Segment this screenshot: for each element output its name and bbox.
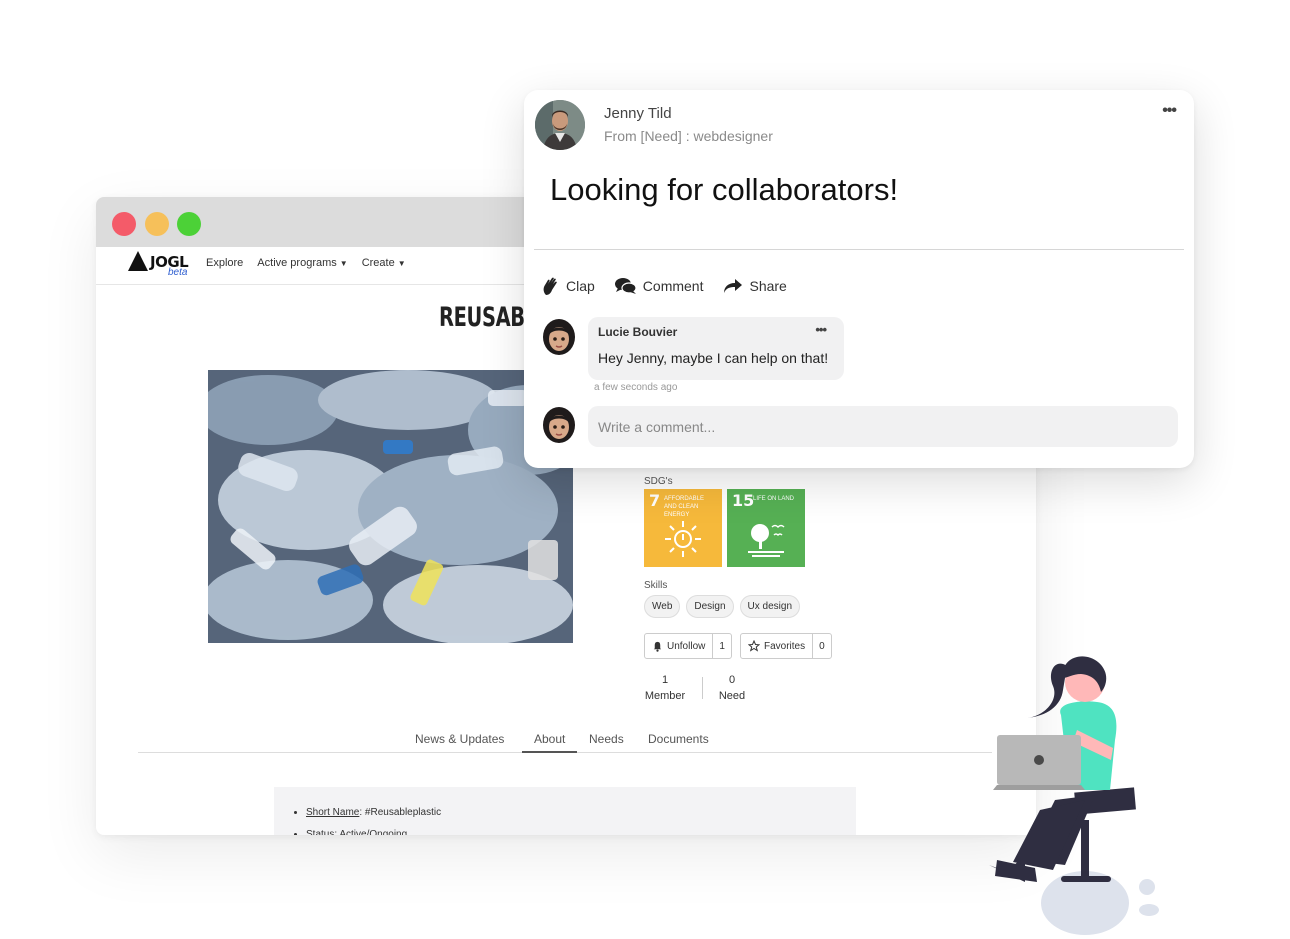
tree-birds-icon bbox=[727, 519, 805, 559]
logo-beta: beta bbox=[168, 267, 188, 278]
share-button[interactable]: Share bbox=[723, 278, 787, 294]
memoji-avatar bbox=[543, 319, 575, 355]
plastic-bottles-image bbox=[208, 370, 573, 643]
sdg-text: AFFORDABLE AND CLEAN ENERGY bbox=[664, 496, 705, 518]
skill-chip[interactable]: Design bbox=[686, 595, 734, 618]
about-status: Status: Active/Ongoing bbox=[306, 824, 856, 835]
author-avatar[interactable] bbox=[535, 100, 585, 150]
sdg-number: 7 bbox=[649, 491, 661, 510]
skills-label: Skills bbox=[644, 580, 668, 591]
clap-icon bbox=[543, 277, 557, 295]
short-name-value: : #Reusableplastic bbox=[359, 807, 442, 818]
caret-down-icon: ▼ bbox=[397, 259, 406, 268]
needs-stat[interactable]: 0 Need bbox=[710, 672, 754, 704]
bell-icon bbox=[653, 641, 662, 652]
maximize-window-button[interactable] bbox=[177, 212, 201, 236]
comment-options-icon[interactable]: ••• bbox=[815, 322, 827, 337]
comment-author[interactable]: Lucie Bouvier bbox=[598, 325, 677, 339]
comment-input[interactable] bbox=[588, 406, 1178, 447]
tab-about[interactable]: About bbox=[522, 732, 578, 753]
unfollow-main: Unfollow bbox=[645, 634, 714, 658]
about-short-name: Short Name: #Reusableplastic bbox=[306, 802, 856, 824]
clap-label: Clap bbox=[566, 278, 595, 294]
post-card: Jenny Tild From [Need] : webdesigner •••… bbox=[524, 90, 1194, 468]
project-title: REUSABL bbox=[439, 302, 537, 333]
tab-documents[interactable]: Documents bbox=[648, 732, 709, 746]
woman-laptop-illustration bbox=[985, 630, 1165, 935]
comment-timestamp: a few seconds ago bbox=[594, 382, 678, 393]
tab-needs[interactable]: Needs bbox=[589, 732, 624, 746]
comment-bubbles-icon bbox=[614, 278, 637, 294]
stat-divider bbox=[702, 677, 703, 699]
members-count: 1 bbox=[661, 674, 669, 686]
sdg-label: SDG's bbox=[644, 476, 673, 487]
about-section: Short Name: #Reusableplastic Status: Act… bbox=[274, 787, 856, 835]
project-image bbox=[208, 370, 573, 643]
person-with-laptop-icon bbox=[989, 656, 1159, 935]
comment-button[interactable]: Comment bbox=[614, 277, 704, 295]
nav-active-programs[interactable]: Active programs ▼ bbox=[257, 257, 347, 269]
followers-count: 1 bbox=[719, 640, 725, 652]
members-label: Member bbox=[644, 690, 686, 702]
post-actions: Clap Comment Share bbox=[542, 276, 787, 296]
short-name-label: Short Name bbox=[306, 807, 360, 818]
share-label: Share bbox=[749, 278, 787, 294]
memoji-avatar bbox=[543, 407, 575, 443]
members-stat[interactable]: 1 Member bbox=[640, 672, 690, 704]
post-author[interactable]: Jenny Tild bbox=[604, 105, 672, 122]
unfollow-label: Unfollow bbox=[667, 640, 706, 652]
favorites-count: 0 bbox=[819, 640, 825, 652]
caret-down-icon: ▼ bbox=[339, 259, 348, 268]
comment-text: Hey Jenny, maybe I can help on that! bbox=[598, 350, 829, 366]
skills-list: Web Design Ux design bbox=[644, 595, 800, 618]
favorites-button[interactable]: Favorites 0 bbox=[740, 633, 832, 659]
commenter-avatar[interactable] bbox=[542, 319, 576, 357]
share-arrow-icon bbox=[724, 279, 743, 293]
comment-label: Comment bbox=[642, 278, 704, 294]
favorites-label: Favorites bbox=[764, 640, 806, 652]
nav-create-label: Create bbox=[361, 257, 395, 269]
minimize-window-button[interactable] bbox=[145, 212, 169, 236]
unfollow-button[interactable]: Unfollow 1 bbox=[644, 633, 732, 659]
sdg-tile-7[interactable]: 7 AFFORDABLE AND CLEAN ENERGY bbox=[644, 489, 722, 567]
clap-button[interactable]: Clap bbox=[542, 276, 595, 296]
jogl-logo[interactable]: JOGL beta bbox=[128, 249, 192, 279]
nav-create[interactable]: Create ▼ bbox=[362, 257, 406, 269]
nav-active-programs-label: Active programs bbox=[257, 257, 337, 269]
stage: JOGL beta Explore Active programs ▼ Creat… bbox=[0, 0, 1290, 939]
sun-power-icon bbox=[644, 519, 722, 559]
comment-bubble: Lucie Bouvier ••• Hey Jenny, maybe I can… bbox=[588, 317, 844, 380]
about-list: Short Name: #Reusableplastic Status: Act… bbox=[306, 802, 856, 835]
post-source: From [Need] : webdesigner bbox=[604, 128, 773, 144]
post-text: Looking for collaborators! bbox=[550, 172, 899, 207]
star-icon bbox=[748, 640, 760, 652]
sdg-tile-15[interactable]: 15 LIFE ON LAND bbox=[727, 489, 805, 567]
sdg-number: 15 bbox=[732, 491, 755, 510]
close-window-button[interactable] bbox=[112, 212, 136, 236]
skill-chip[interactable]: Ux design bbox=[739, 595, 800, 618]
sdg-text: LIFE ON LAND bbox=[753, 496, 795, 502]
nav-explore[interactable]: Explore bbox=[206, 257, 243, 269]
nav-links: Explore Active programs ▼ Create ▼ bbox=[206, 257, 406, 269]
needs-count: 0 bbox=[728, 674, 736, 686]
project-tabs: News & Updates About Needs Documents bbox=[138, 727, 992, 753]
post-options-icon[interactable]: ••• bbox=[1162, 102, 1177, 120]
author-photo bbox=[535, 100, 585, 150]
needs-label: Need bbox=[718, 690, 746, 702]
current-user-avatar bbox=[542, 407, 576, 445]
logo-triangle-icon bbox=[128, 251, 148, 271]
skill-chip[interactable]: Web bbox=[644, 595, 681, 618]
divider bbox=[534, 249, 1184, 250]
favorites-main: Favorites bbox=[741, 634, 814, 658]
tab-news-updates[interactable]: News & Updates bbox=[415, 732, 504, 746]
